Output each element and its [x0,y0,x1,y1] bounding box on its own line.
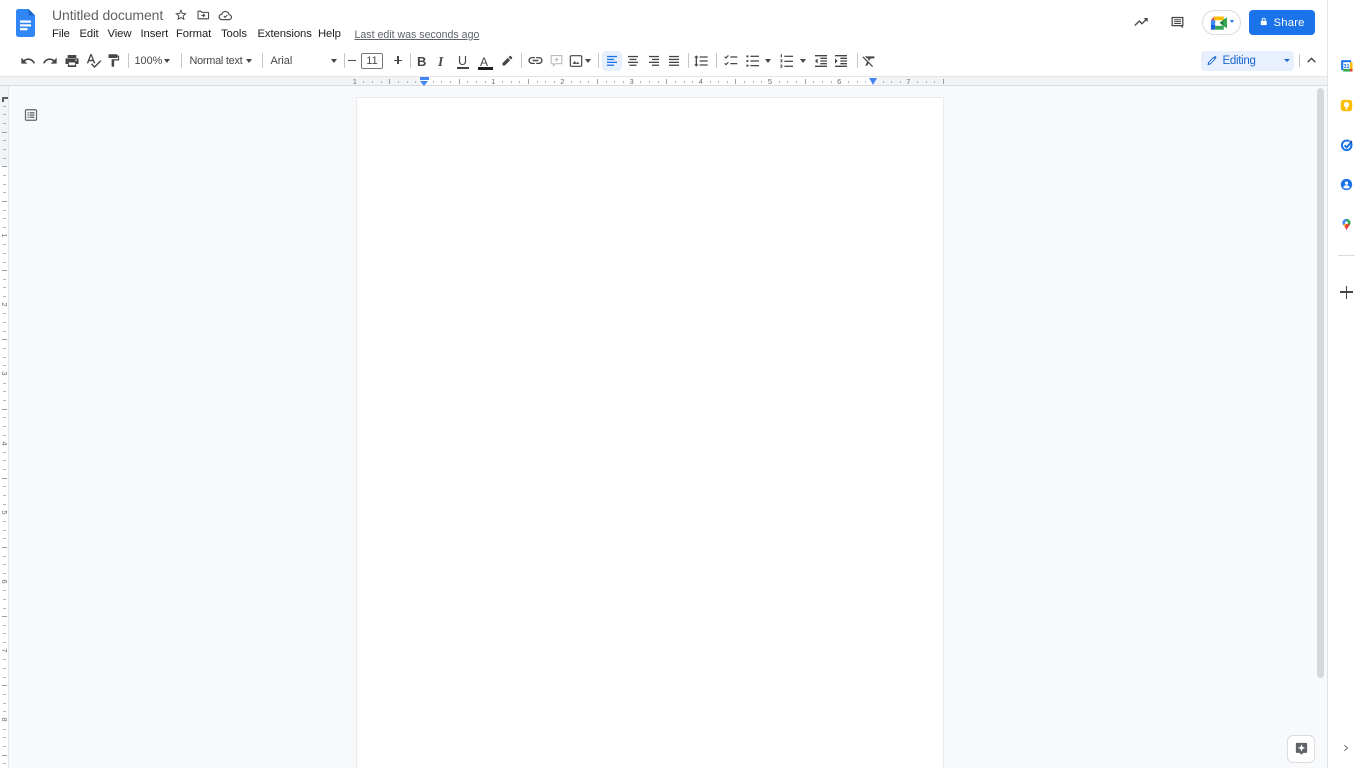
svg-text:31: 31 [1343,64,1349,70]
